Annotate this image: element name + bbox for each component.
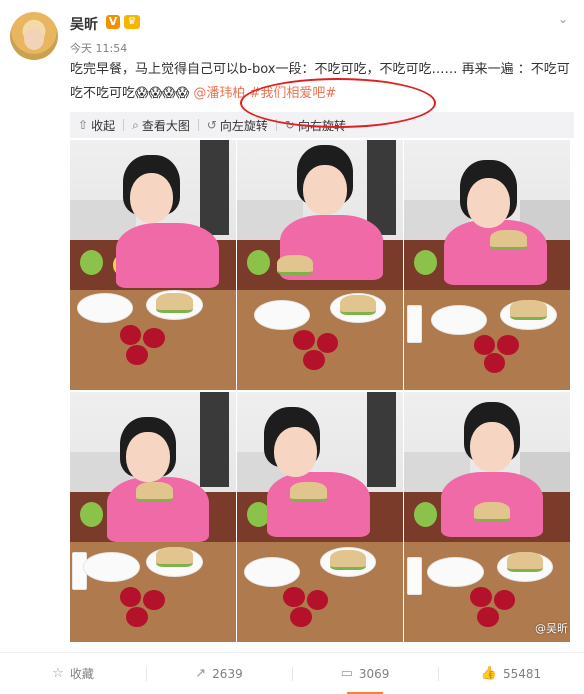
photo-face bbox=[467, 177, 511, 228]
photo-face bbox=[273, 427, 317, 477]
photo-apple bbox=[143, 327, 165, 348]
photo-cup bbox=[407, 305, 423, 343]
photo-apple bbox=[126, 345, 149, 365]
photo-apple bbox=[470, 587, 492, 607]
collapse-label: 收起 bbox=[91, 118, 116, 133]
rotate-right-button[interactable]: ↻ 向右旋转 bbox=[277, 117, 354, 134]
photo-plate bbox=[76, 292, 134, 323]
photo-grid bbox=[70, 140, 570, 642]
photo-sandwich bbox=[136, 482, 173, 502]
media-toolbar: ⇧ 收起 ⌕ 查看大图 ↺ 向左旋转 ↻ 向右旋转 bbox=[70, 112, 574, 138]
photo-shirt bbox=[443, 220, 547, 285]
photo-4[interactable] bbox=[70, 392, 236, 642]
photo-apple bbox=[473, 335, 496, 355]
photo-plate bbox=[430, 305, 487, 335]
rotate-left-button[interactable]: ↺ 向左旋转 bbox=[199, 117, 276, 134]
photo-face bbox=[303, 165, 347, 215]
photo-apple bbox=[493, 589, 516, 610]
rotate-right-icon: ↻ bbox=[284, 118, 295, 132]
vip-crown-icon[interactable]: ♛ bbox=[124, 15, 140, 29]
photo-door bbox=[366, 392, 397, 487]
avatar-face bbox=[24, 28, 44, 50]
photo-door bbox=[199, 392, 230, 487]
collapse-button[interactable]: ⇧ 收起 bbox=[70, 117, 123, 134]
photo-5[interactable] bbox=[237, 392, 403, 642]
photo-3[interactable] bbox=[404, 140, 570, 390]
photo-sandwich bbox=[156, 547, 193, 567]
rotate-left-label: 向左旋转 bbox=[219, 118, 268, 133]
chevron-down-icon[interactable]: ⌄ bbox=[556, 12, 570, 26]
comment-button[interactable]: ▭ 3069 bbox=[292, 653, 438, 694]
photo-plate bbox=[427, 557, 484, 587]
photo-sandwich bbox=[339, 295, 377, 315]
action-bar: ☆ 收藏 ↗ 2639 ▭ 3069 👍 55481 bbox=[0, 652, 584, 694]
photo-sandwich bbox=[473, 502, 511, 522]
view-large-button[interactable]: ⌕ 查看大图 bbox=[124, 117, 198, 134]
photo-toy bbox=[79, 502, 104, 527]
post-time[interactable]: 今天 11:54 bbox=[70, 40, 127, 56]
photo-sandwich bbox=[506, 552, 544, 572]
photo-shirt bbox=[116, 222, 220, 288]
image-watermark: @吴昕 bbox=[535, 622, 568, 635]
photo-apple bbox=[283, 587, 306, 607]
photo-apple bbox=[496, 335, 519, 355]
photo-sandwich bbox=[276, 255, 314, 275]
rotate-right-label: 向右旋转 bbox=[297, 118, 346, 133]
emoji-row: 😱😱😱😱 bbox=[135, 86, 190, 101]
photo-face bbox=[129, 172, 173, 223]
photo-toy bbox=[413, 502, 438, 527]
photo-apple bbox=[290, 607, 312, 627]
star-icon: ☆ bbox=[52, 666, 64, 681]
photo-plate bbox=[253, 300, 311, 330]
photo-sandwich bbox=[290, 482, 327, 502]
repost-icon: ↗ bbox=[195, 666, 207, 681]
photo-toy bbox=[246, 250, 271, 275]
photo-door bbox=[199, 140, 230, 235]
username[interactable]: 吴昕 bbox=[70, 14, 98, 34]
view-large-label: 查看大图 bbox=[141, 118, 190, 133]
photo-apple bbox=[306, 589, 329, 610]
photo-2[interactable] bbox=[237, 140, 403, 390]
photo-face bbox=[470, 422, 514, 472]
photo-toy bbox=[413, 250, 438, 275]
photo-apple bbox=[477, 607, 499, 627]
search-icon: ⌕ bbox=[132, 117, 139, 132]
photo-door bbox=[366, 140, 397, 235]
photo-apple bbox=[126, 607, 149, 627]
photo-face bbox=[126, 432, 170, 482]
thumbs-up-icon: 👍 bbox=[480, 666, 497, 681]
favorite-button[interactable]: ☆ 收藏 bbox=[0, 653, 146, 694]
mention-link[interactable]: @潘玮柏 bbox=[193, 86, 245, 101]
photo-sandwich bbox=[156, 292, 193, 313]
repost-count: 2639 bbox=[212, 666, 243, 681]
photo-apple bbox=[293, 330, 316, 350]
photo-apple bbox=[316, 332, 339, 353]
comment-icon: ▭ bbox=[340, 666, 353, 681]
photo-cup bbox=[407, 557, 423, 595]
repost-button[interactable]: ↗ 2639 bbox=[146, 653, 292, 694]
photo-6[interactable] bbox=[404, 392, 570, 642]
arrow-up-icon: ⇧ bbox=[78, 118, 89, 132]
photo-apple bbox=[143, 589, 165, 610]
hashtag-link[interactable]: #我们相爱吧# bbox=[250, 86, 337, 101]
photo-1[interactable] bbox=[70, 140, 236, 390]
like-button[interactable]: 👍 55481 bbox=[438, 653, 584, 694]
photo-toy bbox=[79, 250, 104, 275]
photo-sandwich bbox=[329, 549, 367, 570]
user-avatar[interactable] bbox=[10, 12, 58, 60]
post-content: 吃完早餐，马上觉得自己可以b-box一段：不吃可吃，不吃可吃…… 再来一遍 ：不… bbox=[70, 58, 574, 106]
favorite-label: 收藏 bbox=[69, 667, 94, 681]
verified-badge[interactable]: V bbox=[106, 15, 120, 29]
weibo-post: 吴昕 V ♛ 今天 11:54 ⌄ 吃完早餐，马上觉得自己可以b-box一段：不… bbox=[0, 0, 584, 694]
photo-plate bbox=[83, 552, 140, 582]
photo-apple bbox=[483, 352, 506, 373]
comment-count: 3069 bbox=[358, 666, 390, 681]
rotate-left-icon: ↺ bbox=[206, 118, 217, 132]
photo-apple bbox=[303, 350, 325, 370]
like-count: 55481 bbox=[503, 666, 542, 681]
photo-sandwich bbox=[490, 230, 527, 250]
photo-plate bbox=[243, 557, 301, 587]
photo-sandwich bbox=[510, 300, 547, 320]
